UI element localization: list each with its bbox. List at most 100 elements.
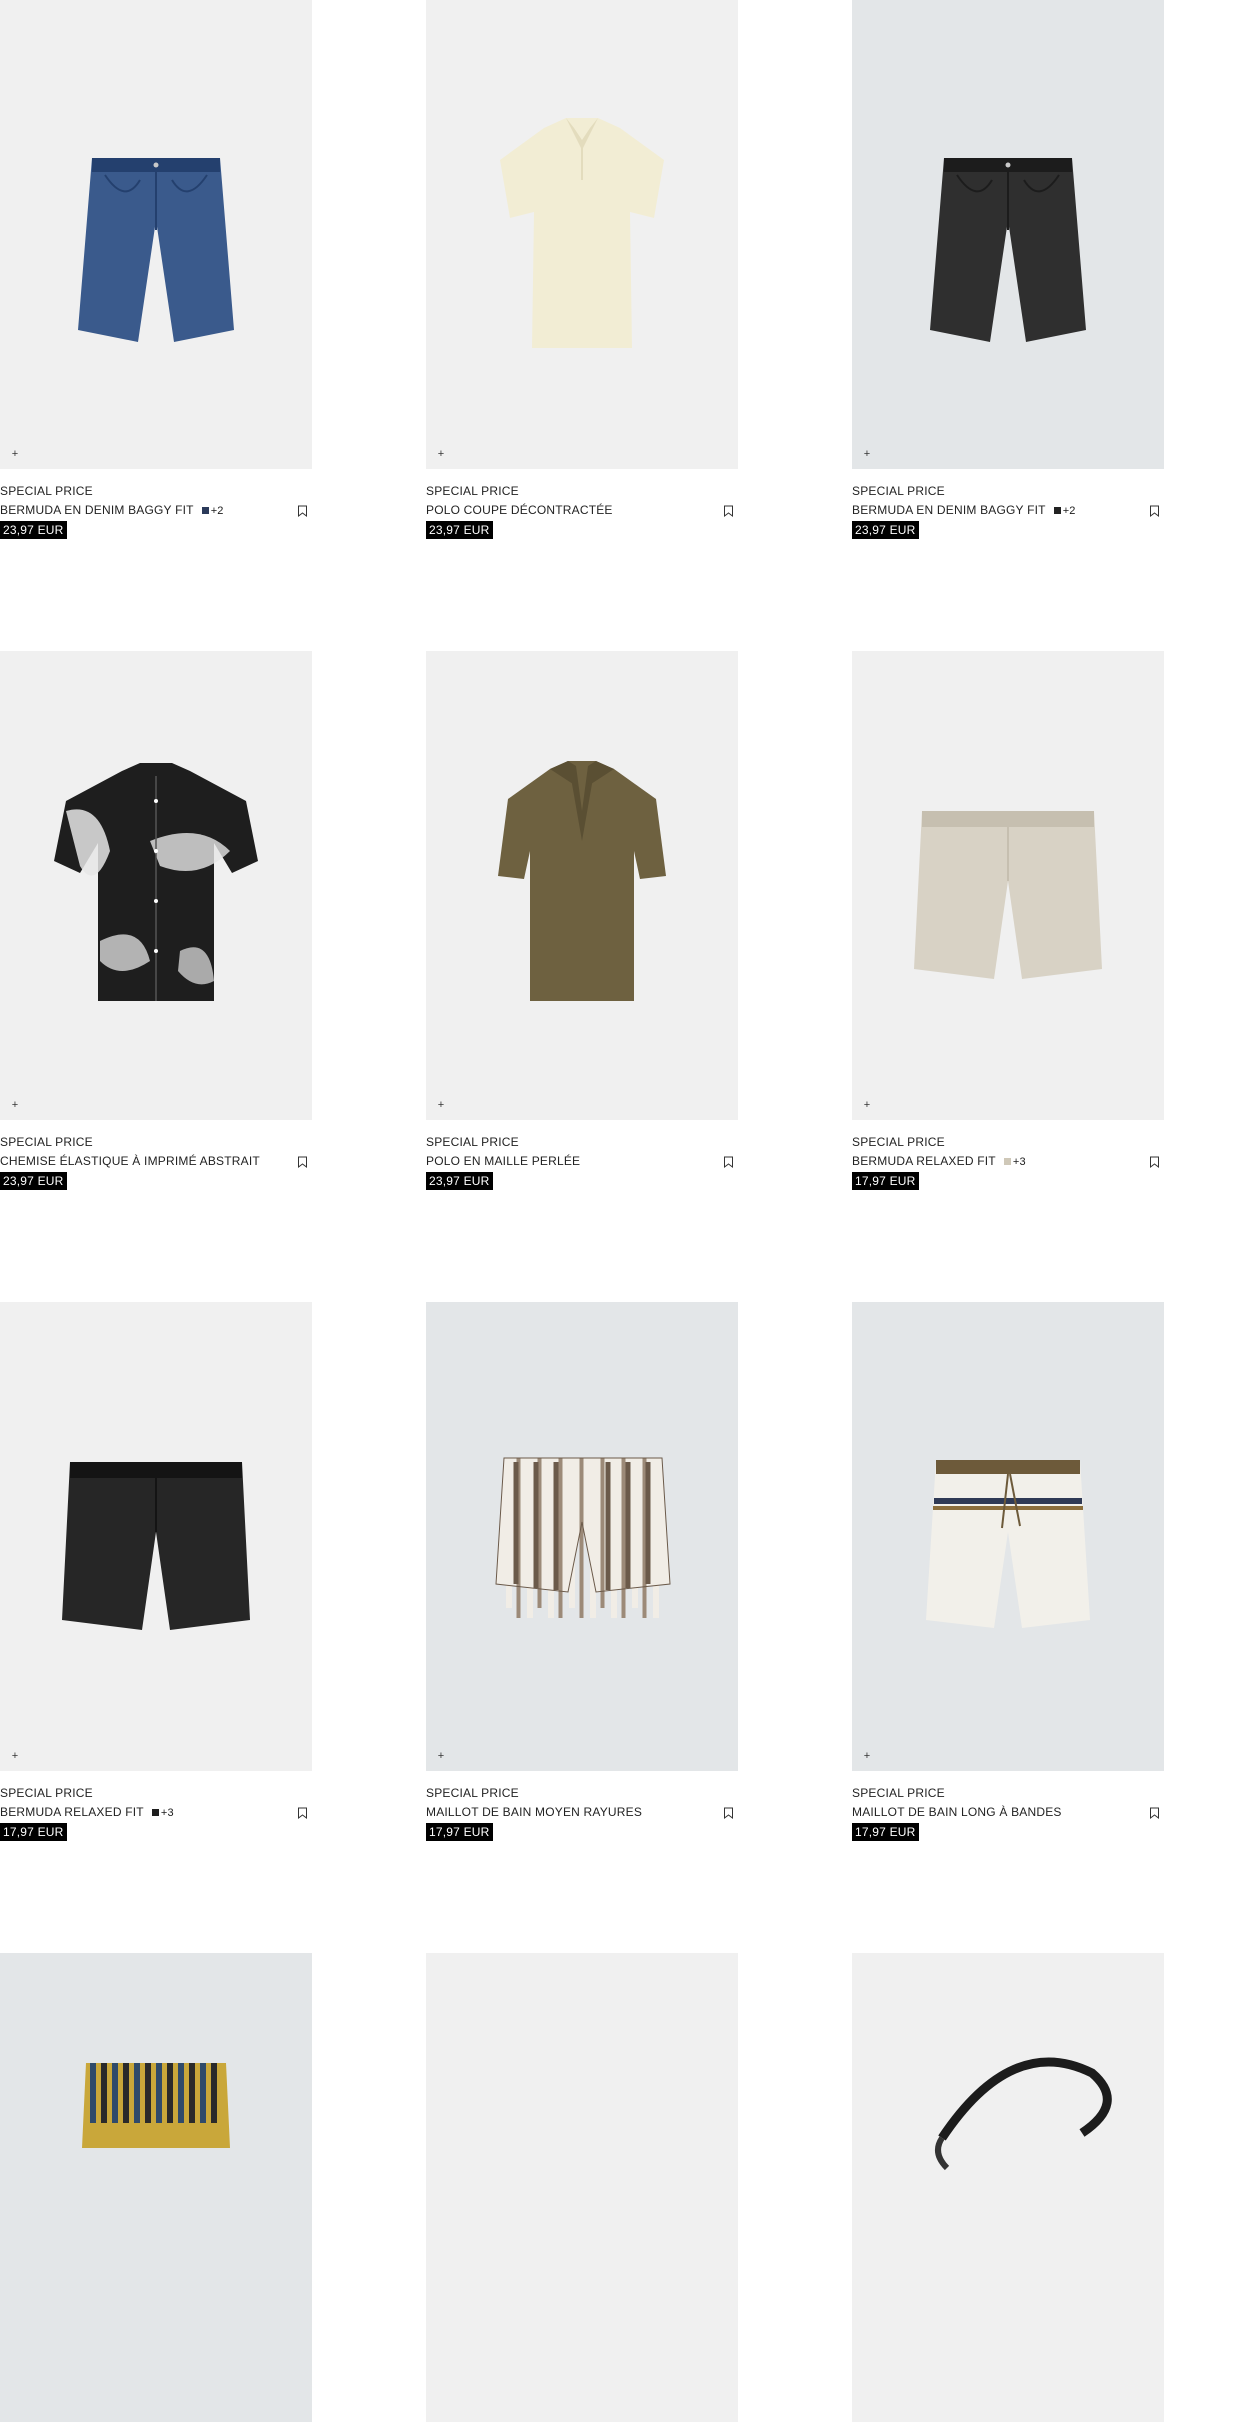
quick-add-plus-icon[interactable]: + — [9, 1750, 21, 1762]
bookmark-icon[interactable] — [723, 505, 734, 517]
product-name-row: POLO EN MAILLE PERLÉE — [426, 1152, 738, 1171]
product-name-row: BERMUDA RELAXED FIT +3 — [0, 1803, 312, 1822]
product-name-row: MAILLOT DE BAIN LONG À BANDES — [852, 1803, 1164, 1822]
color-swatches[interactable]: +3 — [1003, 1152, 1026, 1172]
bookmark-icon[interactable] — [1149, 1156, 1160, 1168]
product-photo — [926, 1460, 1090, 1628]
product-card[interactable]: + SPECIAL PRICE BERMUDA RELAXED FIT +3 17,97… — [0, 1302, 312, 1841]
price-tag: 17,97 EUR — [426, 1823, 493, 1841]
quick-add-plus-icon[interactable]: + — [9, 1099, 21, 1111]
bookmark-icon[interactable] — [1149, 505, 1160, 517]
price-tag: 23,97 EUR — [426, 521, 493, 539]
product-photo — [426, 1953, 738, 2422]
product-name-row: POLO COUPE DÉCONTRACTÉE — [426, 501, 738, 520]
promo-label: SPECIAL PRICE — [0, 1786, 93, 1800]
product-card[interactable]: + SPECIAL PRICE BERMUDA EN DENIM BAGGY FIT… — [852, 0, 1164, 539]
price-tag: 23,97 EUR — [426, 1172, 493, 1190]
product-photo — [930, 158, 1086, 342]
product-name-row: CHEMISE ÉLASTIQUE À IMPRIMÉ ABSTRAIT — [0, 1152, 312, 1171]
quick-add-plus-icon[interactable]: + — [435, 448, 447, 460]
price-tag: 17,97 EUR — [852, 1823, 919, 1841]
bookmark-icon[interactable] — [297, 1156, 308, 1168]
product-image[interactable]: + — [852, 0, 1164, 469]
product-card[interactable]: + SPECIAL PRICE CHEMISE ÉLASTIQUE À IMPRIM… — [0, 651, 312, 1190]
more-colors-count: +3 — [160, 1807, 174, 1819]
product-name-link[interactable]: BERMUDA EN DENIM BAGGY FIT — [852, 503, 1046, 517]
color-swatches[interactable]: +2 — [201, 501, 224, 521]
product-card[interactable]: + SPECIAL PRICE BERMUDA EN DENIM BAGGY FIT… — [0, 0, 312, 539]
product-name-link[interactable]: POLO EN MAILLE PERLÉE — [426, 1154, 580, 1168]
product-image[interactable]: + — [852, 651, 1164, 1120]
product-photo — [78, 158, 234, 342]
promo-label: SPECIAL PRICE — [0, 484, 93, 498]
product-photo — [62, 1462, 250, 1630]
color-swatches[interactable]: +2 — [1053, 501, 1076, 521]
product-card[interactable]: + SPECIAL PRICE POLO COUPE DÉCONTRACTÉE 23,… — [426, 0, 738, 539]
product-info: SPECIAL PRICE BERMUDA EN DENIM BAGGY FIT +… — [0, 469, 312, 539]
quick-add-plus-icon[interactable]: + — [861, 1099, 873, 1111]
promo-label: SPECIAL PRICE — [852, 484, 945, 498]
product-photo — [498, 761, 666, 1001]
more-colors-count: +2 — [1062, 505, 1076, 517]
price-tag: 23,97 EUR — [0, 521, 67, 539]
product-name-link[interactable]: POLO COUPE DÉCONTRACTÉE — [426, 503, 613, 517]
price-tag: 23,97 EUR — [852, 521, 919, 539]
promo-label: SPECIAL PRICE — [0, 1135, 93, 1149]
product-image[interactable]: + — [426, 1302, 738, 1771]
quick-add-plus-icon[interactable]: + — [435, 1750, 447, 1762]
product-name-link[interactable]: MAILLOT DE BAIN MOYEN RAYURES — [426, 1805, 642, 1819]
bookmark-icon[interactable] — [723, 1156, 734, 1168]
product-photo — [500, 118, 664, 348]
product-photo — [914, 811, 1102, 979]
product-image[interactable]: + — [426, 651, 738, 1120]
product-card[interactable]: + SPECIAL PRICE MAILLOT DE BAIN LONG À BAN… — [852, 1302, 1164, 1841]
product-name-link[interactable]: BERMUDA EN DENIM BAGGY FIT — [0, 503, 194, 517]
product-info: SPECIAL PRICE MAILLOT DE BAIN LONG À BAND… — [852, 1771, 1164, 1841]
product-card[interactable] — [0, 1953, 312, 2422]
product-info: SPECIAL PRICE BERMUDA RELAXED FIT +3 17,97 … — [0, 1771, 312, 1841]
color-swatch[interactable] — [1053, 507, 1061, 514]
product-name-link[interactable]: BERMUDA RELAXED FIT — [852, 1154, 996, 1168]
bookmark-icon[interactable] — [723, 1807, 734, 1819]
product-image[interactable]: + — [0, 1302, 312, 1771]
product-card[interactable]: + SPECIAL PRICE BERMUDA RELAXED FIT +3 17,97… — [852, 651, 1164, 1190]
product-name-row: BERMUDA EN DENIM BAGGY FIT +2 — [0, 501, 312, 520]
color-swatch[interactable] — [1003, 1158, 1011, 1165]
product-image[interactable] — [426, 1953, 738, 2422]
product-name-link[interactable]: CHEMISE ÉLASTIQUE À IMPRIMÉ ABSTRAIT — [0, 1154, 260, 1168]
product-image[interactable]: + — [852, 1302, 1164, 1771]
more-colors-count: +3 — [1012, 1156, 1026, 1168]
product-image[interactable]: + — [0, 0, 312, 469]
color-swatch[interactable] — [201, 507, 209, 514]
product-card[interactable] — [852, 1953, 1164, 2422]
product-name-row: BERMUDA RELAXED FIT +3 — [852, 1152, 1164, 1171]
product-info: SPECIAL PRICE POLO COUPE DÉCONTRACTÉE 23,9… — [426, 469, 738, 539]
color-swatches[interactable]: +3 — [151, 1803, 174, 1823]
product-info: SPECIAL PRICE POLO EN MAILLE PERLÉE 23,97 … — [426, 1120, 738, 1190]
price-tag: 23,97 EUR — [0, 1172, 67, 1190]
quick-add-plus-icon[interactable]: + — [861, 448, 873, 460]
product-image[interactable] — [0, 1953, 312, 2422]
product-photo — [54, 763, 258, 1001]
product-name-link[interactable]: MAILLOT DE BAIN LONG À BANDES — [852, 1805, 1062, 1819]
quick-add-plus-icon[interactable]: + — [435, 1099, 447, 1111]
product-image[interactable]: + — [0, 651, 312, 1120]
quick-add-plus-icon[interactable]: + — [9, 448, 21, 460]
product-card[interactable] — [426, 1953, 738, 2422]
more-colors-count: +2 — [210, 505, 224, 517]
price-tag: 17,97 EUR — [852, 1172, 919, 1190]
product-image[interactable]: + — [426, 0, 738, 469]
product-image[interactable] — [852, 1953, 1164, 2422]
bookmark-icon[interactable] — [1149, 1807, 1160, 1819]
quick-add-plus-icon[interactable]: + — [861, 1750, 873, 1762]
bookmark-icon[interactable] — [297, 1807, 308, 1819]
product-card[interactable]: + SPECIAL PRICE MAILLOT DE BAIN MOYEN RAYU… — [426, 1302, 738, 1841]
product-name-row: BERMUDA EN DENIM BAGGY FIT +2 — [852, 501, 1164, 520]
product-photo — [82, 2063, 230, 2148]
product-photo — [935, 2057, 1112, 2171]
product-card[interactable]: + SPECIAL PRICE POLO EN MAILLE PERLÉE 23,97… — [426, 651, 738, 1190]
bookmark-icon[interactable] — [297, 505, 308, 517]
product-name-link[interactable]: BERMUDA RELAXED FIT — [0, 1805, 144, 1819]
color-swatch[interactable] — [151, 1809, 159, 1816]
product-name-row: MAILLOT DE BAIN MOYEN RAYURES — [426, 1803, 738, 1822]
